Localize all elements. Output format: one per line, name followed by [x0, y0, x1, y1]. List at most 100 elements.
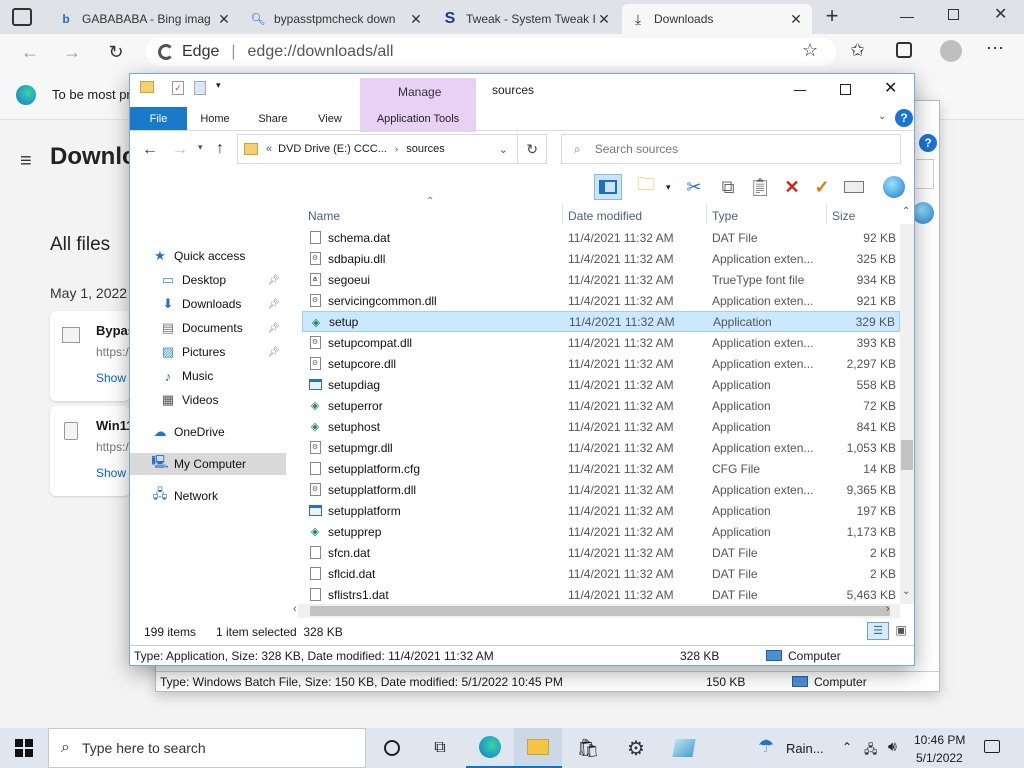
- scroll-right-icon[interactable]: ›: [886, 603, 890, 615]
- close-icon[interactable]: ✕: [216, 11, 232, 28]
- nav-item-pictures[interactable]: ▨ Pictures 📌︎: [130, 341, 286, 363]
- paste-icon[interactable]: 📋︎: [746, 174, 774, 200]
- collections-icon[interactable]: [896, 42, 912, 58]
- details-view-icon[interactable]: ☰: [867, 622, 889, 640]
- minimize-icon[interactable]: [794, 90, 806, 91]
- show-in-folder-link[interactable]: Show: [96, 371, 126, 385]
- file-row[interactable]: ◈ setuperror 11/4/2021 11:32 AM Application…: [302, 395, 900, 416]
- back-icon[interactable]: ←: [142, 141, 158, 159]
- refresh-icon[interactable]: ↻: [526, 141, 538, 158]
- file-row[interactable]: sfcn.dat 11/4/2021 11:32 AM DAT File 2 KB: [302, 542, 900, 563]
- restore-icon[interactable]: [948, 9, 959, 20]
- file-explorer-window[interactable]: ✓ ▾ Manage sources ✕ File Home Share Vie…: [129, 73, 915, 666]
- back-icon[interactable]: ←: [18, 40, 42, 64]
- vertical-scrollbar[interactable]: [900, 224, 914, 604]
- large-icons-view-icon[interactable]: ▣: [892, 622, 910, 640]
- file-row[interactable]: ⚙ setupmgr.dll 11/4/2021 11:32 AM Applicati…: [302, 437, 900, 458]
- notification-icon[interactable]: [984, 740, 1000, 753]
- task-view-icon[interactable]: ⧉: [416, 728, 464, 768]
- scroll-up-icon[interactable]: ⌃: [902, 206, 910, 217]
- file-row[interactable]: ⚙ setupcore.dll 11/4/2021 11:32 AM Applicat…: [302, 353, 900, 374]
- menu-icon[interactable]: ≡: [20, 150, 32, 173]
- tab-bypass[interactable]: 🔍︎ bypasstpmcheck down ✕: [242, 4, 432, 34]
- file-row[interactable]: setupdiag 11/4/2021 11:32 AM Application 55…: [302, 374, 900, 395]
- delete-icon[interactable]: ✕: [778, 174, 806, 200]
- column-header-date[interactable]: Date modified: [568, 206, 642, 226]
- globe-icon[interactable]: [880, 174, 908, 200]
- file-row[interactable]: ◈ setupprep 11/4/2021 11:32 AM Application 1…: [302, 521, 900, 542]
- file-row[interactable]: setupplatform 11/4/2021 11:32 AM Applicati…: [302, 500, 900, 521]
- ribbon-tab-home[interactable]: Home: [190, 107, 240, 131]
- folder-options-dropdown-icon[interactable]: ▾: [666, 182, 671, 193]
- start-icon[interactable]: [0, 728, 48, 768]
- file-row[interactable]: ⚙ sdbapiu.dll 11/4/2021 11:32 AM Applicatio…: [302, 248, 900, 269]
- file-explorer-taskbar-icon[interactable]: [514, 728, 562, 768]
- download-item[interactable]: Bypas https:/ Show: [50, 311, 135, 401]
- cut-icon[interactable]: ✂: [680, 174, 708, 200]
- file-row[interactable]: sflcid.dat 11/4/2021 11:32 AM DAT File 2 KB: [302, 563, 900, 584]
- nav-item-desktop[interactable]: ▭ Desktop 📌︎: [130, 269, 286, 291]
- close-window-icon[interactable]: ✕: [994, 4, 1007, 24]
- scroll-down-icon[interactable]: ⌄: [902, 586, 910, 597]
- ribbon-tab-file[interactable]: File: [130, 107, 187, 131]
- edge-taskbar-icon[interactable]: [466, 728, 514, 768]
- close-icon[interactable]: ✕: [408, 11, 424, 28]
- file-row[interactable]: a segoeui 11/4/2021 11:32 AM TrueType font …: [302, 269, 900, 290]
- show-in-folder-link[interactable]: Show: [96, 466, 126, 480]
- new-tab-icon[interactable]: +: [820, 4, 844, 28]
- ribbon-tab-application-tools[interactable]: Application Tools: [362, 107, 474, 131]
- rename-check-icon[interactable]: ✓: [808, 174, 836, 200]
- breadcrumb-prefix[interactable]: «: [266, 143, 272, 155]
- volume-icon[interactable]: 🔊︎: [888, 738, 897, 755]
- favorites-icon[interactable]: ✩: [850, 40, 865, 61]
- expand-ribbon-icon[interactable]: ⌄: [878, 111, 886, 122]
- nav-item-my-computer[interactable]: 🖳 My Computer: [130, 453, 286, 475]
- file-row[interactable]: ⚙ setupcompat.dll 11/4/2021 11:32 AM Applic…: [302, 332, 900, 353]
- nav-item-music[interactable]: ♪ Music: [130, 365, 286, 387]
- nav-item-documents[interactable]: ▤ Documents 📌︎: [130, 317, 286, 339]
- file-row[interactable]: ◈ setuphost 11/4/2021 11:32 AM Application 8…: [302, 416, 900, 437]
- more-icon[interactable]: ⋯: [986, 38, 1004, 59]
- address-bar[interactable]: Edge | edge://downloads/all: [146, 38, 836, 66]
- add-favorite-icon[interactable]: ☆: [802, 40, 818, 61]
- refresh-icon[interactable]: ↻: [104, 40, 128, 64]
- ribbon-tab-share[interactable]: Share: [248, 107, 298, 131]
- horizontal-scroll-thumb[interactable]: [310, 606, 890, 616]
- taskbar-search-box[interactable]: ⌕ Type here to search: [48, 728, 366, 768]
- nav-item-onedrive[interactable]: ☁ OneDrive: [130, 421, 286, 443]
- download-item[interactable]: Win11 https:/ Show: [50, 406, 133, 496]
- avatar[interactable]: [940, 40, 962, 62]
- file-row[interactable]: ⚙ servicingcommon.dll 11/4/2021 11:32 AM Ap…: [302, 290, 900, 311]
- address-bar[interactable]: « DVD Drive (E:) CCC... › sources ⌄ ↻: [237, 134, 547, 164]
- file-row[interactable]: ⚙ setupplatform.dll 11/4/2021 11:32 AM Appl…: [302, 479, 900, 500]
- nav-item-videos[interactable]: ▦ Videos: [130, 389, 286, 411]
- settings-gear-icon[interactable]: ⚙: [612, 728, 660, 768]
- help-icon[interactable]: ?: [919, 134, 937, 152]
- nav-item-network[interactable]: 🖧 Network: [130, 485, 286, 507]
- address-dropdown-icon[interactable]: ⌄: [499, 143, 508, 156]
- network-icon[interactable]: 🖧: [864, 740, 877, 761]
- file-row[interactable]: ◈ setup 11/4/2021 11:32 AM Application 329 K…: [302, 311, 900, 332]
- show-hidden-icons-icon[interactable]: ⌃: [842, 740, 852, 754]
- file-row[interactable]: sflistrs1.dat 11/4/2021 11:32 AM DAT File 5…: [302, 584, 900, 605]
- scroll-left-icon[interactable]: ‹: [293, 603, 297, 615]
- breadcrumb-drive[interactable]: DVD Drive (E:) CCC...: [278, 143, 387, 155]
- maximize-icon[interactable]: [840, 84, 851, 95]
- minimize-icon[interactable]: [900, 8, 914, 18]
- copy-icon[interactable]: ⧉: [714, 174, 742, 200]
- breadcrumb-sources[interactable]: sources: [406, 143, 445, 155]
- forward-icon[interactable]: →: [172, 141, 188, 159]
- up-icon[interactable]: ↑: [216, 140, 224, 158]
- tab-actions-icon[interactable]: [12, 8, 32, 26]
- search-box[interactable]: ⌕ Search sources: [561, 134, 901, 164]
- weather-text[interactable]: Rain...: [786, 741, 824, 756]
- close-icon[interactable]: ✕: [788, 11, 804, 28]
- ribbon-tab-view[interactable]: View: [306, 107, 354, 131]
- column-header-type[interactable]: Type: [712, 206, 738, 226]
- cortana-icon[interactable]: [368, 728, 416, 768]
- properties-icon[interactable]: ✓: [172, 81, 184, 95]
- column-header-name[interactable]: Name: [308, 206, 340, 226]
- vertical-scroll-thumb[interactable]: [901, 440, 913, 470]
- help-icon[interactable]: ?: [895, 109, 913, 127]
- quick-access-dropdown-icon[interactable]: ▾: [216, 80, 221, 91]
